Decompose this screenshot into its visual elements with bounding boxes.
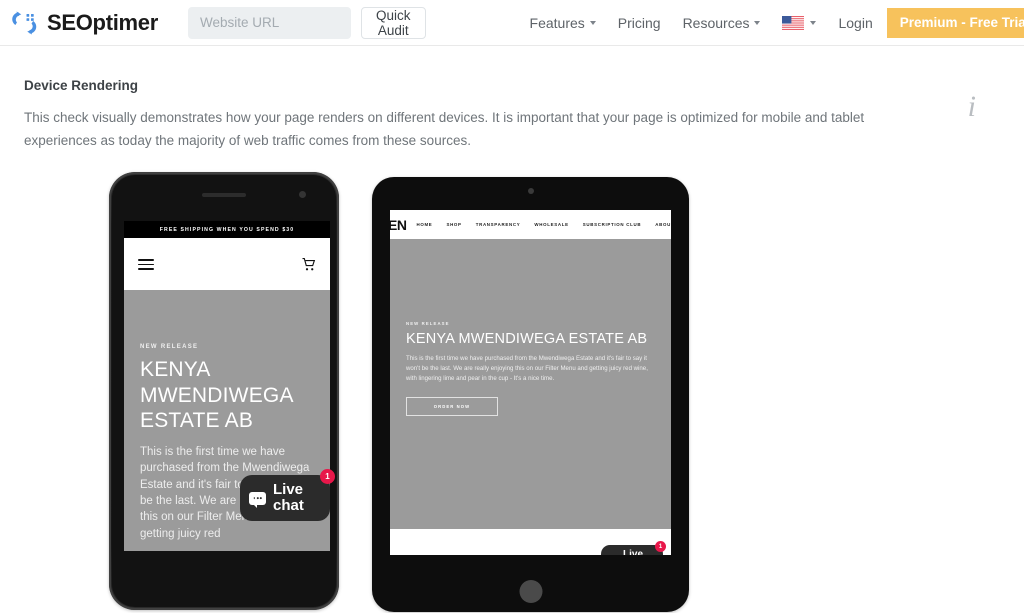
chat-label-line1: Live [623,549,644,556]
tablet-camera-icon [527,188,534,195]
us-flag-icon [782,15,805,30]
chat-unread-badge: 1 [655,541,666,553]
phone-hero-eyebrow: NEW RELEASE [140,344,199,351]
quick-audit-button[interactable]: Quick Audit [361,6,426,39]
section-description: This check visually demonstrates how you… [24,110,865,148]
chat-bubble-icon [249,491,266,508]
tablet-live-chat-label: Live chat [623,549,644,556]
tablet-menu-item-wholesale[interactable]: WHOLESALE [534,222,568,227]
chevron-down-icon [589,20,596,25]
phone-shipping-banner: FREE SHIPPING WHEN YOU SPEND $30 [124,221,330,239]
nav-item-pricing[interactable]: Pricing [618,15,661,31]
website-url-input[interactable] [188,6,351,39]
tablet-hero-eyebrow: NEW RELEASE [406,321,450,327]
tablet-menu-item-about[interactable]: ABOUT [655,222,671,227]
tablet-hero-section: NEW RELEASE KENYA MWENDIWEGA ESTATE AB T… [390,239,671,530]
premium-free-trial-button[interactable]: Premium - Free Trial [886,7,1024,38]
seoptimer-gear-logo-icon [12,11,37,34]
tablet-screen: FREE SHIPPING WHEN YOU SPEND $30 EN HOME… [390,210,671,556]
tablet-menu-item-shop[interactable]: SHOP [446,222,461,227]
chat-label-line2: chat [273,497,304,515]
language-selector[interactable] [782,15,817,30]
primary-navigation: Features Pricing Resources Login [530,15,873,31]
nav-item-features[interactable]: Features [530,15,596,31]
phone-speaker-icon [202,193,246,198]
page-title: Device Rendering [24,78,139,93]
tablet-menu-item-subscription-club[interactable]: SUBSCRIPTION CLUB [583,222,642,227]
brand-logo[interactable]: SEOptimer [10,8,158,38]
hamburger-menu-icon[interactable] [138,258,154,270]
chat-label-line1: Live [273,481,304,499]
login-link[interactable]: Login [838,15,872,31]
phone-body: FREE SHIPPING WHEN YOU SPEND $30 NEW REL… [112,175,336,608]
nav-label-resources: Resources [682,14,750,31]
tablet-mockup: FREE SHIPPING WHEN YOU SPEND $30 EN HOME… [372,177,689,613]
phone-hero-heading: KENYA MWENDIWEGA ESTATE AB [140,358,293,432]
tablet-menu-item-home[interactable]: HOME [416,222,432,227]
tablet-live-chat-widget[interactable]: Live chat 1 [601,541,666,556]
nav-label-pricing: Pricing [617,14,661,31]
tablet-home-button[interactable] [519,580,542,604]
order-now-button[interactable]: ORDER NOW [406,397,498,417]
tablet-menu-item-transparency[interactable]: TRANSPARENCY [476,222,521,227]
phone-site-navbar [124,238,330,291]
chevron-down-icon [754,20,761,25]
chevron-down-icon [810,20,817,25]
phone-live-chat-label: Live chat [273,482,304,514]
device-preview-stage: FREE SHIPPING WHEN YOU SPEND $30 NEW REL… [24,172,1000,613]
tablet-footer: SHOP COFFEE Live chat 1 [390,529,671,556]
tablet-menu: HOME SHOP TRANSPARENCY WHOLESALE SUBSCRI… [416,222,671,227]
info-icon[interactable]: i [968,90,976,124]
tablet-site-navbar: EN HOME SHOP TRANSPARENCY WHOLESALE SUBS… [390,210,671,240]
site-header: SEOptimer Quick Audit Features Pricing R… [0,0,1024,46]
tablet-site-logo[interactable]: EN [390,217,407,233]
phone-live-chat-widget[interactable]: Live chat 1 [240,469,335,522]
chat-unread-badge: 1 [320,469,335,485]
nav-item-resources[interactable]: Resources [683,15,761,31]
nav-label-features: Features [529,14,585,31]
phone-mockup: FREE SHIPPING WHEN YOU SPEND $30 NEW REL… [109,172,339,611]
phone-camera-icon [299,191,306,199]
tablet-hero-body: This is the first time we have purchased… [406,355,648,382]
shopping-cart-icon[interactable] [301,257,316,272]
page-content: i Device Rendering This check visually d… [0,78,1024,613]
brand-name: SEOptimer [47,9,158,35]
tablet-hero-heading: KENYA MWENDIWEGA ESTATE AB [406,331,648,348]
